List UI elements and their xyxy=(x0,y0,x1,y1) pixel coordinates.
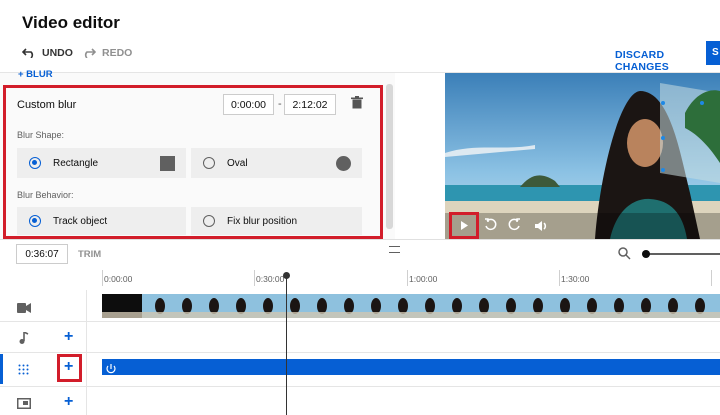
fix-position-radio[interactable] xyxy=(203,215,215,227)
current-time-field[interactable]: 0:36:07 xyxy=(16,244,68,264)
volume-icon xyxy=(535,221,547,231)
blur-track-label xyxy=(18,362,29,380)
add-music-button[interactable]: + xyxy=(64,328,73,346)
ruler-tick xyxy=(711,270,712,286)
shape-option-oval[interactable]: Oval xyxy=(191,148,362,178)
oval-label: Oval xyxy=(227,157,248,169)
rewind-icon xyxy=(485,218,497,231)
redo-label: REDO xyxy=(102,47,133,59)
track-object-label: Track object xyxy=(53,215,108,227)
rectangle-radio[interactable] xyxy=(29,157,41,169)
blur-clip-icon xyxy=(106,364,116,374)
ruler-label-2: 1:00:00 xyxy=(409,274,438,284)
music-track-label xyxy=(19,331,29,349)
music-track-icon xyxy=(19,331,29,344)
rewind-button[interactable] xyxy=(484,218,497,236)
page-title: Video editor xyxy=(22,13,120,32)
panel-scrollbar[interactable] xyxy=(386,84,393,229)
blur-track-icon xyxy=(18,364,29,375)
video-preview[interactable] xyxy=(445,73,720,239)
play-button[interactable] xyxy=(449,212,479,239)
add-endscreen-button[interactable]: + xyxy=(64,393,73,411)
ruler-tick xyxy=(407,270,408,286)
ruler-label-0: 0:00:00 xyxy=(104,274,133,284)
endscreen-track-label xyxy=(17,396,31,414)
save-button[interactable]: S xyxy=(706,41,720,65)
blur-clip-handle[interactable] xyxy=(106,361,116,379)
trash-icon xyxy=(351,96,363,109)
oval-radio[interactable] xyxy=(203,157,215,169)
trim-button[interactable]: TRIM xyxy=(78,249,101,260)
discard-changes-button[interactable]: DISCARD CHANGES xyxy=(615,49,720,73)
zoom-slider-thumb[interactable] xyxy=(642,250,650,258)
forward-icon xyxy=(508,218,520,231)
blur-clip-bar[interactable] xyxy=(102,359,720,375)
blur-shape-label: Blur Shape: xyxy=(17,130,65,140)
video-frame xyxy=(445,73,720,239)
rectangle-label: Rectangle xyxy=(53,157,99,169)
resize-handle-icon[interactable] xyxy=(389,246,400,253)
ruler-tick xyxy=(254,270,255,286)
selected-track-indicator xyxy=(0,354,3,384)
zoom-button[interactable] xyxy=(618,247,631,265)
track-object-radio[interactable] xyxy=(29,215,41,227)
playhead-handle[interactable] xyxy=(283,272,290,279)
zoom-icon xyxy=(618,247,631,260)
time-dash: - xyxy=(278,98,282,110)
forward-button[interactable] xyxy=(508,218,521,236)
rectangle-shape-icon xyxy=(160,155,175,171)
oval-shape-icon xyxy=(336,155,351,171)
add-blur-button[interactable]: + xyxy=(64,358,73,376)
ruler-tick xyxy=(102,270,103,286)
add-blur-link[interactable]: + BLUR xyxy=(18,69,53,80)
redo-icon xyxy=(84,48,96,58)
video-thumbnails xyxy=(102,294,720,318)
undo-label: UNDO xyxy=(42,47,73,59)
panel-bottom-divider xyxy=(0,239,720,240)
blur-behavior-label: Blur Behavior: xyxy=(17,190,74,200)
behavior-option-fixed[interactable]: Fix blur position xyxy=(191,207,362,235)
redo-button[interactable]: REDO xyxy=(82,47,132,59)
ruler-tick xyxy=(559,270,560,286)
endscreen-track-icon xyxy=(17,398,31,409)
zoom-slider-track[interactable] xyxy=(646,253,720,255)
lane-divider xyxy=(0,386,720,387)
fix-position-label: Fix blur position xyxy=(227,215,298,227)
behavior-option-track[interactable]: Track object xyxy=(17,207,186,235)
ruler-label-1: 0:30:00 xyxy=(256,274,285,284)
undo-button[interactable]: UNDO xyxy=(22,47,73,59)
track-header-divider xyxy=(86,290,87,415)
shape-option-rectangle[interactable]: Rectangle xyxy=(17,148,186,178)
video-track-icon xyxy=(17,303,31,313)
lane-divider xyxy=(0,321,720,322)
video-clip-strip[interactable] xyxy=(102,294,720,318)
ruler-label-3: 1:30:00 xyxy=(561,274,590,284)
video-track-label xyxy=(17,300,31,318)
volume-button[interactable] xyxy=(535,219,548,237)
custom-blur-title: Custom blur xyxy=(17,99,77,111)
play-icon xyxy=(461,221,468,230)
undo-icon xyxy=(22,48,34,58)
playhead-line[interactable] xyxy=(286,276,287,415)
blur-end-time[interactable]: 2:12:02 xyxy=(284,94,336,115)
blur-start-time[interactable]: 0:00:00 xyxy=(223,94,274,115)
lane-divider xyxy=(0,352,720,353)
delete-blur-button[interactable] xyxy=(351,96,363,114)
